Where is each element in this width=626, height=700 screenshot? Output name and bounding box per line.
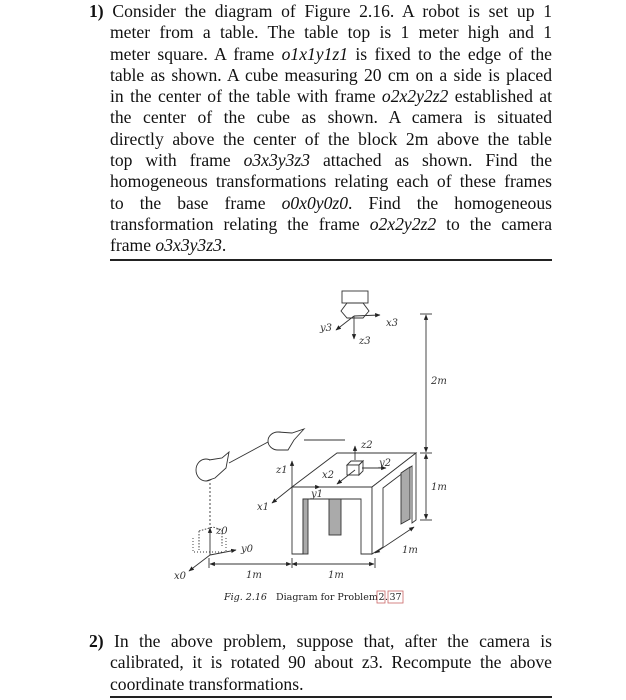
camera-icon xyxy=(335,290,381,340)
figure-2-16: x3 y3 z3 2m 1m 1m z2 y2 x2 z1 y1 x1 z0 y… xyxy=(174,290,447,604)
caption-prefix: Fig. 2.16 xyxy=(223,592,267,603)
label-y1: y1 xyxy=(310,489,323,500)
svg-text:.: . xyxy=(385,592,388,603)
label-x0: x0 xyxy=(174,571,187,582)
label-dim-2m: 2m xyxy=(430,376,447,387)
label-dim-1m-depth: 1m xyxy=(402,545,418,556)
problem-2-line: 2) In the above problem, suppose that, a… xyxy=(89,631,552,651)
problem-2: 2) In the above problem, suppose that, a… xyxy=(89,631,552,695)
label-z2: z2 xyxy=(360,440,373,451)
problem-2-number: 2) xyxy=(89,631,104,651)
caption-ref-link[interactable]: 2 xyxy=(379,592,385,603)
label-dim-robot-table: 1m xyxy=(246,570,262,581)
problem-2-line: calibrated, it is rotated 90 about z3. R… xyxy=(110,652,552,673)
dimension-lines xyxy=(208,313,432,568)
caption-ref-link[interactable]: 37 xyxy=(390,592,402,603)
label-z1: z1 xyxy=(275,465,288,476)
problem-2-line: coordinate transformations. xyxy=(110,673,304,694)
caption-text: Diagram for Problem xyxy=(276,592,378,603)
label-y0: y0 xyxy=(240,544,254,555)
label-y2: y2 xyxy=(378,458,391,469)
label-z0: z0 xyxy=(215,526,228,537)
label-z3: z3 xyxy=(358,336,371,347)
label-x1: x1 xyxy=(257,502,269,513)
label-dim-1m-height: 1m xyxy=(431,482,447,493)
label-y3: y3 xyxy=(319,323,332,334)
label-dim-table-width: 1m xyxy=(328,570,344,581)
label-x3: x3 xyxy=(386,318,398,329)
divider xyxy=(110,696,552,698)
figure-caption: Fig. 2.16 Diagram for Problem 2 . 37 xyxy=(223,590,404,604)
label-x2: x2 xyxy=(322,470,334,481)
